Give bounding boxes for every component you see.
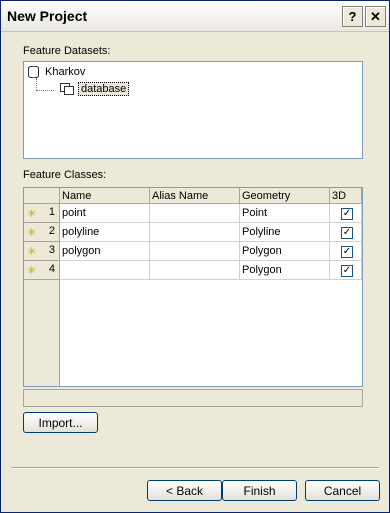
row-header[interactable]: ✳ 2 <box>24 223 60 242</box>
tree-connector <box>36 78 37 90</box>
cell-geometry[interactable]: Polyline <box>240 223 330 242</box>
3d-checkbox[interactable]: ✓ <box>341 227 353 239</box>
feature-classes-grid[interactable]: Name Alias Name Geometry 3D ✳ 1 point Point… <box>23 187 363 387</box>
cell-3d: ✓ <box>330 223 362 242</box>
row-number: 1 <box>48 206 55 218</box>
title-bar: New Project ? ✕ <box>1 1 389 32</box>
database-icon <box>28 66 39 79</box>
cell-geometry[interactable]: Polygon <box>240 242 330 261</box>
dialog-title: New Project <box>7 8 88 24</box>
cell-geometry[interactable]: Point <box>240 204 330 223</box>
help-button[interactable]: ? <box>342 6 363 27</box>
tree-node-database[interactable]: database <box>60 82 130 96</box>
finish-button[interactable]: Finish <box>222 480 297 501</box>
new-project-dialog: New Project ? ✕ Feature Datasets: Kharko… <box>0 0 390 513</box>
cell-name[interactable]: polygon <box>60 242 150 261</box>
feature-classes-label: Feature Classes: <box>23 169 107 181</box>
row-number: 3 <box>48 244 55 256</box>
new-row-icon: ✳ <box>27 246 37 258</box>
feature-datasets-tree[interactable]: Kharkov database <box>23 61 363 159</box>
row-header-gutter <box>24 280 60 386</box>
3d-checkbox[interactable]: ✓ <box>341 265 353 277</box>
new-row-icon: ✳ <box>27 227 37 239</box>
back-button[interactable]: < Back <box>147 480 222 501</box>
row-number: 2 <box>48 225 55 237</box>
tree-node-label: database <box>78 82 130 96</box>
tree-node-label: Kharkov <box>45 66 86 78</box>
grid-corner-header <box>24 188 60 204</box>
cancel-button[interactable]: Cancel <box>305 480 380 501</box>
feature-dataset-icon <box>60 83 74 95</box>
cell-3d: ✓ <box>330 261 362 280</box>
cell-alias[interactable] <box>150 204 240 223</box>
cell-3d: ✓ <box>330 242 362 261</box>
close-button[interactable]: ✕ <box>365 6 386 27</box>
column-header-alias[interactable]: Alias Name <box>150 188 240 204</box>
separator <box>11 467 379 469</box>
cell-name[interactable]: polyline <box>60 223 150 242</box>
import-button[interactable]: Import... <box>23 412 98 433</box>
cell-alias[interactable] <box>150 223 240 242</box>
new-row-icon: ✳ <box>27 208 37 220</box>
3d-checkbox[interactable]: ✓ <box>341 246 353 258</box>
row-header[interactable]: ✳ 4 <box>24 261 60 280</box>
cell-geometry[interactable]: Polygon <box>240 261 330 280</box>
column-header-geometry[interactable]: Geometry <box>240 188 330 204</box>
cell-3d: ✓ <box>330 204 362 223</box>
column-header-name[interactable]: Name <box>60 188 150 204</box>
cell-name[interactable]: point <box>60 204 150 223</box>
3d-checkbox[interactable]: ✓ <box>341 208 353 220</box>
cell-alias[interactable] <box>150 261 240 280</box>
row-number: 4 <box>48 263 55 275</box>
column-header-3d[interactable]: 3D <box>330 188 362 204</box>
cell-name[interactable] <box>60 261 150 280</box>
row-header[interactable]: ✳ 3 <box>24 242 60 261</box>
cell-alias[interactable] <box>150 242 240 261</box>
new-row-icon: ✳ <box>27 265 37 277</box>
horizontal-scrollbar[interactable] <box>23 389 363 407</box>
row-header[interactable]: ✳ 1 <box>24 204 60 223</box>
feature-datasets-label: Feature Datasets: <box>23 45 111 57</box>
tree-connector <box>36 90 54 91</box>
tree-node-kharkov[interactable]: Kharkov <box>28 66 86 79</box>
